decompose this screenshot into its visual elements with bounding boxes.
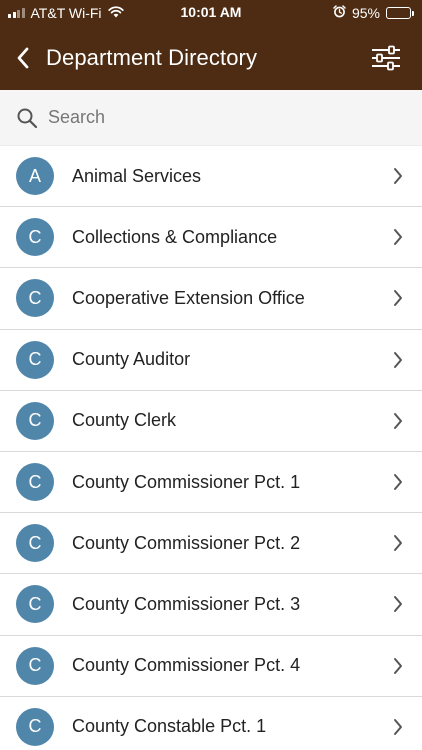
avatar: C — [16, 585, 54, 624]
sliders-icon — [372, 45, 400, 71]
list-item[interactable]: C Collections & Compliance — [0, 207, 422, 269]
search-input[interactable] — [48, 107, 348, 128]
department-name: County Constable Pct. 1 — [72, 716, 267, 737]
chevron-left-icon — [17, 47, 29, 69]
status-bar: AT&T Wi-Fi 10:01 AM 95% — [0, 0, 422, 26]
department-list: A Animal Services C Collections & Complianc… — [0, 146, 422, 750]
avatar: C — [16, 279, 54, 318]
back-button[interactable] — [12, 43, 34, 73]
list-item[interactable]: C County Commissioner Pct. 2 — [0, 513, 422, 575]
department-name: County Commissioner Pct. 3 — [72, 593, 301, 614]
department-name: Collections & Compliance — [72, 226, 278, 247]
department-name: County Commissioner Pct. 4 — [72, 655, 301, 676]
page-title: Department Directory — [46, 45, 258, 70]
list-item[interactable]: C County Commissioner Pct. 4 — [0, 636, 422, 697]
department-name: Cooperative Extension Office — [72, 287, 305, 308]
avatar: C — [16, 401, 54, 440]
signal-icon — [8, 8, 25, 18]
chevron-right-icon — [394, 290, 402, 307]
department-name: County Commissioner Pct. 2 — [72, 532, 301, 553]
chevron-right-icon — [394, 229, 402, 246]
list-item[interactable]: A Animal Services — [0, 146, 422, 208]
avatar: C — [16, 524, 54, 563]
chevron-right-icon — [394, 412, 402, 429]
chevron-right-icon — [394, 474, 402, 491]
app-header: AT&T Wi-Fi 10:01 AM 95% Department Direc… — [0, 0, 422, 90]
chevron-right-icon — [394, 657, 402, 674]
list-item[interactable]: C Cooperative Extension Office — [0, 268, 422, 330]
chevron-right-icon — [394, 718, 402, 735]
department-name: County Auditor — [72, 349, 191, 370]
battery-percent: 95% — [351, 5, 380, 21]
list-item[interactable]: C County Clerk — [0, 391, 422, 452]
list-item[interactable]: C County Auditor — [0, 330, 422, 391]
chevron-right-icon — [394, 596, 402, 613]
avatar: C — [16, 463, 54, 502]
search-icon — [17, 108, 38, 128]
department-name: County Clerk — [72, 410, 177, 431]
department-name: County Commissioner Pct. 1 — [72, 471, 301, 492]
carrier-label: AT&T Wi-Fi — [30, 5, 102, 21]
chevron-right-icon — [394, 535, 402, 552]
status-right: 95% — [333, 5, 414, 21]
avatar: C — [16, 707, 54, 746]
filter-button[interactable] — [370, 43, 402, 73]
status-left: AT&T Wi-Fi — [8, 5, 124, 21]
search-bar[interactable] — [0, 90, 422, 146]
avatar: A — [16, 157, 54, 196]
avatar: C — [16, 218, 54, 257]
battery-icon — [386, 7, 414, 19]
department-name: Animal Services — [72, 165, 202, 186]
list-item[interactable]: C County Constable Pct. 1 — [0, 697, 422, 750]
list-item[interactable]: C County Commissioner Pct. 1 — [0, 452, 422, 514]
list-item[interactable]: C County Commissioner Pct. 3 — [0, 574, 422, 636]
wifi-icon — [107, 5, 124, 21]
avatar: C — [16, 646, 54, 685]
alarm-icon — [333, 5, 346, 21]
navigation-bar: Department Directory — [0, 26, 422, 90]
chevron-right-icon — [394, 351, 402, 368]
chevron-right-icon — [394, 168, 402, 185]
avatar: C — [16, 340, 54, 379]
